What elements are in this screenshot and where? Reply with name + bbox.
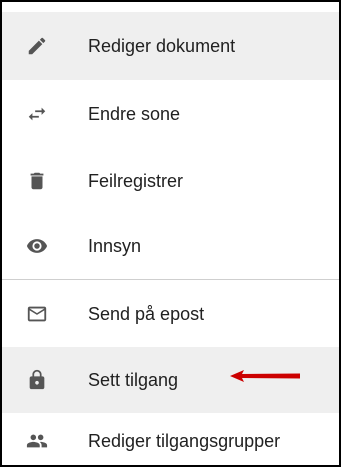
menu-item-send-pa-epost[interactable]: Send på epost [2,281,339,347]
trash-icon [26,170,48,192]
eye-icon [26,235,48,257]
people-icon [26,430,48,452]
menu-item-label: Innsyn [88,235,142,256]
menu-item-label: Feilregistrer [88,170,184,191]
context-menu: Rediger dokument Endre sone Feilregistre… [0,0,341,467]
menu-item-rediger-tilgangsgrupper[interactable]: Rediger tilgangsgrupper [2,413,339,469]
menu-item-label: Endre sone [88,103,181,124]
menu-item-label: Send på epost [88,303,205,324]
menu-divider [2,279,339,280]
annotation-arrow-icon [230,370,300,382]
menu-item-label: Sett tilgang [88,369,179,390]
menu-item-innsyn[interactable]: Innsyn [2,214,339,278]
menu-item-label: Rediger dokument [88,35,236,56]
pencil-icon [26,35,48,57]
lock-icon [26,369,48,391]
menu-item-endre-sone[interactable]: Endre sone [2,80,339,148]
envelope-icon [26,303,48,325]
menu-item-feilregistrer[interactable]: Feilregistrer [2,148,339,214]
swap-arrows-icon [26,103,48,125]
menu-item-label: Rediger tilgangsgrupper [88,430,281,451]
menu-item-rediger-dokument[interactable]: Rediger dokument [2,12,339,80]
